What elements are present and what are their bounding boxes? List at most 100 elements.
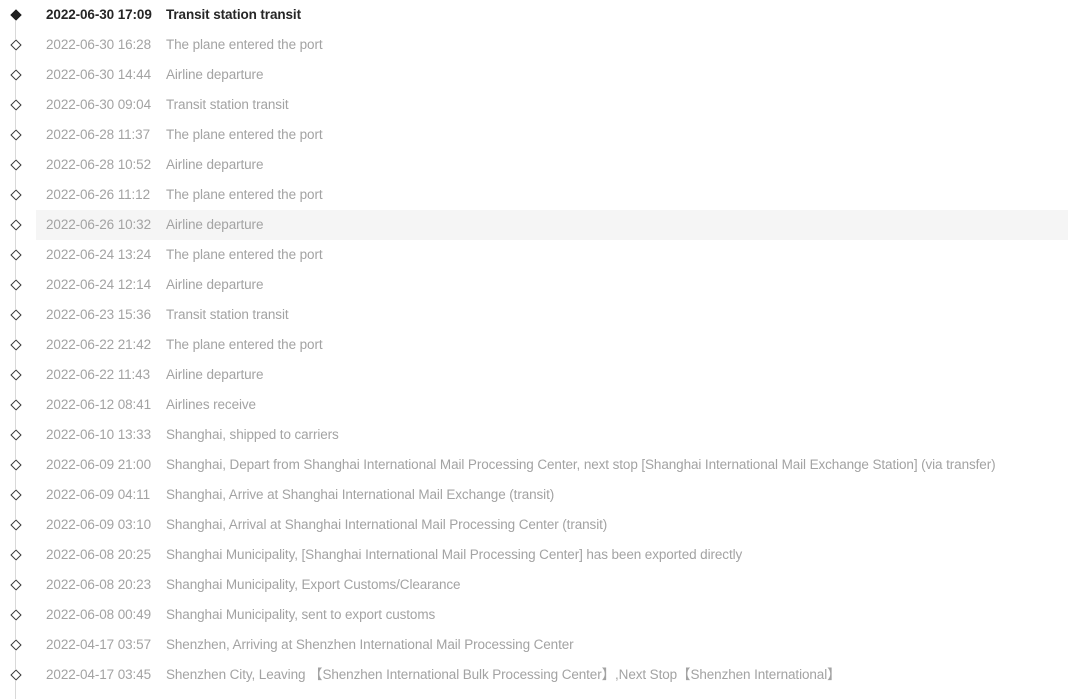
event-timestamp: 2022-04-17 03:57: [46, 637, 151, 652]
timeline-marker: [0, 630, 32, 660]
timeline-event-row[interactable]: 2022-06-09 21:00 Shanghai, Depart from Sh…: [0, 450, 1068, 489]
event-timestamp: 2022-06-30 17:09: [46, 7, 152, 22]
timeline-marker: [0, 420, 32, 450]
timeline-event-body[interactable]: 2022-06-30 09:04 Transit station transit: [36, 90, 1068, 120]
event-description: Transit station transit: [166, 97, 289, 112]
event-timestamp: 2022-06-22 21:42: [46, 337, 151, 352]
event-description: Shanghai, Depart from Shanghai Internati…: [166, 457, 996, 472]
timeline-event-row[interactable]: 2022-06-26 10:32 Airline departure: [0, 210, 1068, 249]
timeline-event-body[interactable]: 2022-04-17 03:57 Shenzhen, Arriving at Sh…: [36, 630, 1068, 660]
timeline-marker: [0, 480, 32, 510]
timeline-event-row[interactable]: 2022-04-17 03:57 Shenzhen, Arriving at Sh…: [0, 630, 1068, 669]
timeline-marker: [0, 300, 32, 330]
timeline-event-row[interactable]: 2022-06-30 14:44 Airline departure: [0, 60, 1068, 99]
hollow-diamond-icon: [10, 369, 22, 381]
hollow-diamond-icon: [10, 159, 22, 171]
event-description: Airlines receive: [166, 397, 256, 412]
timeline-event-body[interactable]: 2022-06-26 10:32 Airline departure: [36, 210, 1068, 240]
timeline-event-body[interactable]: 2022-06-24 13:24 The plane entered the po…: [36, 240, 1068, 270]
timeline-marker: [0, 600, 32, 630]
timeline-marker: [0, 0, 32, 30]
timeline-event-row[interactable]: 2022-06-24 12:14 Airline departure: [0, 270, 1068, 309]
event-description: Shanghai, Arrive at Shanghai Internation…: [166, 487, 555, 502]
event-timestamp: 2022-06-22 11:43: [46, 367, 150, 382]
event-description: Shenzhen City, Leaving 【Shenzhen Interna…: [166, 667, 841, 682]
event-timestamp: 2022-06-24 13:24: [46, 247, 151, 262]
hollow-diamond-icon: [10, 189, 22, 201]
hollow-diamond-icon: [10, 39, 22, 51]
timeline-event-body[interactable]: 2022-06-08 20:25 Shanghai Municipality, […: [36, 540, 1068, 570]
hollow-diamond-icon: [10, 459, 22, 471]
event-description: Airline departure: [166, 277, 264, 292]
timeline-event-row[interactable]: 2022-06-24 13:24 The plane entered the po…: [0, 240, 1068, 279]
timeline-event-body[interactable]: 2022-06-23 15:36 Transit station transit: [36, 300, 1068, 330]
event-description: Airline departure: [166, 367, 264, 382]
hollow-diamond-icon: [10, 309, 22, 321]
timeline-event-row[interactable]: 2022-06-28 11:37 The plane entered the po…: [0, 120, 1068, 159]
timeline-marker: [0, 540, 32, 570]
event-timestamp: 2022-06-12 08:41: [46, 397, 151, 412]
timeline-event-body[interactable]: 2022-06-28 10:52 Airline departure: [36, 150, 1068, 180]
timeline-event-row[interactable]: 2022-06-08 20:23 Shanghai Municipality, E…: [0, 570, 1068, 609]
timeline-event-body[interactable]: 2022-06-09 21:00 Shanghai, Depart from Sh…: [36, 450, 1068, 480]
timeline-marker: [0, 120, 32, 150]
timeline-marker: [0, 390, 32, 420]
timeline-event-body[interactable]: 2022-06-09 03:10 Shanghai, Arrival at Sha…: [36, 510, 1068, 540]
timeline-event-row[interactable]: 2022-06-22 11:43 Airline departure: [0, 360, 1068, 399]
timeline-marker: [0, 330, 32, 360]
event-description: Airline departure: [166, 217, 264, 232]
event-description: Shanghai, shipped to carriers: [166, 427, 339, 442]
event-description: Shanghai Municipality, Export Customs/Cl…: [166, 577, 461, 592]
event-timestamp: 2022-06-28 11:37: [46, 127, 150, 142]
timeline-event-row[interactable]: 2022-06-10 13:33 Shanghai, shipped to car…: [0, 420, 1068, 459]
timeline-event-body[interactable]: 2022-06-30 16:28 The plane entered the po…: [36, 30, 1068, 60]
timeline-event-body[interactable]: 2022-06-22 21:42 The plane entered the po…: [36, 330, 1068, 360]
event-description: The plane entered the port: [166, 337, 323, 352]
event-description: The plane entered the port: [166, 247, 323, 262]
timeline-event-body[interactable]: 2022-06-28 11:37 The plane entered the po…: [36, 120, 1068, 150]
event-timestamp: 2022-06-24 12:14: [46, 277, 151, 292]
filled-diamond-icon: [10, 9, 22, 21]
timeline-event-row[interactable]: 2022-06-09 03:10 Shanghai, Arrival at Sha…: [0, 510, 1068, 549]
timeline-event-body[interactable]: 2022-06-08 20:23 Shanghai Municipality, E…: [36, 570, 1068, 600]
hollow-diamond-icon: [10, 519, 22, 531]
timeline-event-body[interactable]: 2022-06-30 14:44 Airline departure: [36, 60, 1068, 90]
timeline-event-row[interactable]: 2022-06-30 16:28 The plane entered the po…: [0, 30, 1068, 69]
timeline-event-body[interactable]: 2022-04-17 03:45 Shenzhen City, Leaving 【…: [36, 660, 1068, 690]
event-description: Shanghai Municipality, sent to export cu…: [166, 607, 436, 622]
timeline-marker: [0, 30, 32, 60]
timeline-event-row[interactable]: 2022-06-30 09:04 Transit station transit: [0, 90, 1068, 129]
timeline-event-row[interactable]: 2022-06-09 04:11 Shanghai, Arrive at Shan…: [0, 480, 1068, 519]
hollow-diamond-icon: [10, 99, 22, 111]
event-timestamp: 2022-06-08 20:25: [46, 547, 151, 562]
event-description: The plane entered the port: [166, 127, 323, 142]
timeline-event-body[interactable]: 2022-06-12 08:41 Airlines receive: [36, 390, 1068, 420]
timeline-event-body[interactable]: 2022-06-22 11:43 Airline departure: [36, 360, 1068, 390]
timeline-event-row[interactable]: 2022-06-08 20:25 Shanghai Municipality, […: [0, 540, 1068, 579]
hollow-diamond-icon: [10, 579, 22, 591]
timeline-event-row[interactable]: 2022-06-08 00:49 Shanghai Municipality, s…: [0, 600, 1068, 639]
timeline-event-row[interactable]: 2022-06-22 21:42 The plane entered the po…: [0, 330, 1068, 369]
hollow-diamond-icon: [10, 219, 22, 231]
timeline-event-row[interactable]: 2022-06-28 10:52 Airline departure: [0, 150, 1068, 189]
timeline-marker: [0, 60, 32, 90]
event-timestamp: 2022-06-09 04:11: [46, 487, 150, 502]
timeline-event-row[interactable]: 2022-06-26 11:12 The plane entered the po…: [0, 180, 1068, 219]
timeline-event-row[interactable]: 2022-06-30 17:09 Transit station transit: [0, 0, 1068, 39]
timeline-marker: [0, 150, 32, 180]
timeline-event-row[interactable]: 2022-04-17 03:45 Shenzhen City, Leaving 【…: [0, 660, 1068, 699]
timeline-event-body[interactable]: 2022-06-08 00:49 Shanghai Municipality, s…: [36, 600, 1068, 630]
timeline-event-body[interactable]: 2022-06-30 17:09 Transit station transit: [36, 0, 1068, 30]
timeline-marker: [0, 210, 32, 240]
hollow-diamond-icon: [10, 69, 22, 81]
timeline-event-row[interactable]: 2022-06-12 08:41 Airlines receive: [0, 390, 1068, 429]
timeline-event-body[interactable]: 2022-06-26 11:12 The plane entered the po…: [36, 180, 1068, 210]
timeline-event-row[interactable]: 2022-06-23 15:36 Transit station transit: [0, 300, 1068, 339]
timeline-event-body[interactable]: 2022-06-09 04:11 Shanghai, Arrive at Shan…: [36, 480, 1068, 510]
hollow-diamond-icon: [10, 549, 22, 561]
event-description: The plane entered the port: [166, 37, 323, 52]
timeline-event-body[interactable]: 2022-06-24 12:14 Airline departure: [36, 270, 1068, 300]
timeline-marker: [0, 270, 32, 300]
hollow-diamond-icon: [10, 249, 22, 261]
timeline-event-body[interactable]: 2022-06-10 13:33 Shanghai, shipped to car…: [36, 420, 1068, 450]
